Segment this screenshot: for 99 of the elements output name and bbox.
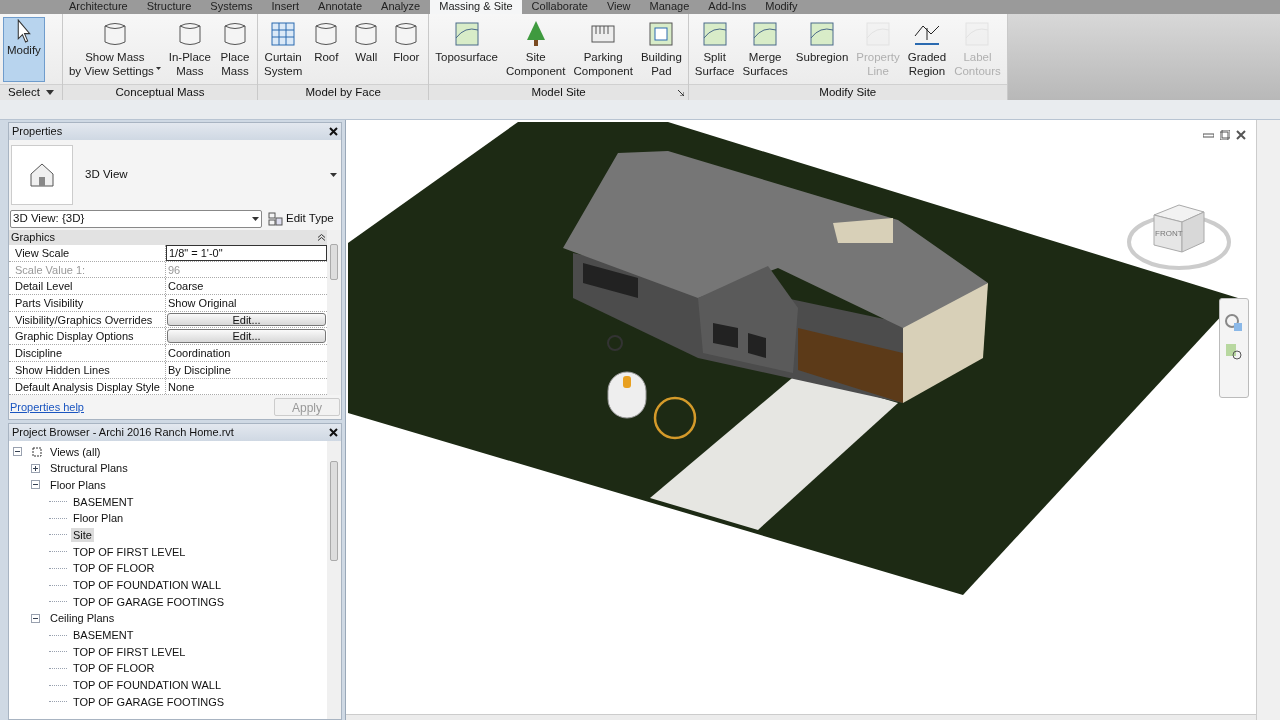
property-input-field[interactable]: 1/8" = 1'-0" — [166, 245, 327, 261]
caret-icon — [155, 67, 161, 70]
ribbon-tab[interactable]: View — [597, 0, 640, 14]
property-label: Scale Value 1: — [9, 261, 166, 278]
tree-item[interactable]: Structural Plans — [48, 461, 130, 476]
tree-item[interactable]: Floor Plans — [48, 477, 108, 492]
caret-icon[interactable] — [330, 173, 337, 177]
ribbon-tab[interactable]: Analyze — [372, 0, 430, 14]
property-label: Graphic Display Options — [9, 328, 166, 345]
ribbon-tool-button[interactable]: Subregion — [792, 17, 852, 84]
ribbon-tool-button[interactable]: Curtain System — [260, 17, 306, 84]
zoom-icon[interactable] — [1225, 343, 1243, 361]
ribbon-tab[interactable]: Add-Ins — [699, 0, 756, 14]
ribbon-tool-button[interactable]: Building Pad — [637, 17, 685, 84]
panel-title[interactable]: Model by Face — [305, 83, 381, 102]
caret-icon[interactable] — [45, 90, 54, 95]
collapse-toggle[interactable] — [31, 613, 40, 623]
ribbon-tab[interactable]: Systems — [201, 0, 262, 14]
collapse-toggle[interactable] — [13, 447, 22, 457]
ribbon-tab[interactable]: Modify — [756, 0, 807, 14]
circle-icon — [652, 395, 698, 441]
tree-item[interactable]: BASEMENT — [71, 494, 136, 509]
property-label: Parts Visibility — [9, 295, 166, 311]
tree-item[interactable]: TOP OF FLOOR — [71, 561, 157, 576]
property-value: Show Original — [167, 296, 238, 311]
ribbon-tool-button[interactable]: In-Place Mass — [165, 17, 214, 84]
ribbon-tool-button[interactable]: Place Mass — [215, 17, 254, 84]
tree-item[interactable]: Site — [71, 527, 94, 542]
edit-button[interactable]: Edit... — [167, 312, 326, 327]
ribbon-tool-button[interactable]: Graded Region — [904, 17, 950, 84]
property-value: Coordination — [167, 346, 232, 361]
ribbon-tab[interactable]: Annotate — [309, 0, 372, 14]
ribbon-tool-button[interactable]: Toposurface — [432, 17, 501, 84]
ribbon-tab[interactable]: Manage — [640, 0, 699, 14]
panel-title[interactable]: Model Site — [531, 83, 586, 102]
property-label: View Scale — [9, 245, 166, 261]
tree-item[interactable]: TOP OF FIRST LEVEL — [71, 544, 188, 559]
collapse-toggle[interactable] — [31, 480, 40, 490]
tree-item[interactable]: Views (all) — [48, 444, 103, 459]
panel-title[interactable]: Modify Site — [819, 83, 877, 102]
ribbon-tool-button[interactable]: Roof — [307, 17, 346, 84]
property-value: None — [167, 379, 196, 395]
property-value: Coarse — [167, 279, 205, 295]
tree-item[interactable]: BASEMENT — [71, 628, 136, 643]
orbit-icon — [604, 333, 626, 353]
property-value: 96 — [167, 262, 182, 278]
collapse-icon[interactable] — [318, 234, 325, 241]
type-name: 3D View — [85, 167, 129, 183]
ribbon-tool-button[interactable]: Floor — [387, 17, 426, 84]
property-label: Detail Level — [9, 278, 166, 295]
close-icon[interactable] — [329, 127, 338, 136]
panel-title: Project Browser - Archi 2016 Ranch Home.rvt — [12, 425, 234, 441]
ribbon-tab[interactable]: Massing & Site — [430, 0, 522, 14]
views-icon — [30, 445, 44, 458]
ribbon-tool-button[interactable]: Split Surface — [691, 17, 738, 84]
ribbon-tool-button[interactable]: Modify — [3, 17, 45, 82]
house-icon — [28, 162, 56, 188]
tree-item[interactable]: TOP OF GARAGE FOOTINGS — [71, 594, 227, 609]
properties-help-link[interactable]: Properties help — [10, 398, 84, 416]
panel-title[interactable]: Conceptual Mass — [115, 83, 205, 102]
close-icon[interactable] — [1236, 130, 1246, 140]
restore-icon[interactable] — [1220, 130, 1230, 140]
instance-selector[interactable]: 3D View: {3D} — [10, 210, 262, 228]
ribbon-tab[interactable]: Insert — [262, 0, 309, 14]
ribbon-tab[interactable]: Collaborate — [522, 0, 597, 14]
scrollbar[interactable] — [327, 230, 341, 396]
tree-item[interactable]: TOP OF GARAGE FOOTINGS — [71, 694, 227, 709]
tree-item[interactable]: TOP OF FIRST LEVEL — [71, 644, 188, 659]
ribbon-tool-button[interactable]: Wall — [347, 17, 386, 84]
ribbon-tool-button[interactable]: Merge Surfaces — [739, 17, 791, 84]
ribbon-tab[interactable]: Architecture — [60, 0, 137, 14]
scrollbar[interactable] — [1256, 120, 1280, 720]
minimize-icon[interactable] — [1203, 131, 1214, 139]
tree-item[interactable]: TOP OF FOUNDATION WALL — [71, 578, 224, 593]
ribbon-tool-button[interactable]: Site Component — [502, 17, 569, 84]
panel-title: Properties — [12, 124, 63, 140]
panel-title[interactable]: Select — [8, 83, 40, 102]
property-label: Show Hidden Lines — [9, 361, 166, 378]
ribbon-tool-button[interactable]: Show Mass by View Settings — [65, 17, 164, 84]
property-label: Discipline — [9, 345, 166, 361]
edit-button[interactable]: Edit... — [167, 329, 326, 344]
tree-item[interactable]: Ceiling Plans — [48, 611, 117, 626]
close-icon[interactable] — [329, 428, 338, 438]
tree-item[interactable]: TOP OF FLOOR — [71, 661, 157, 676]
edit-type-button[interactable]: Edit Type — [268, 210, 334, 228]
ribbon-tab[interactable]: Structure — [137, 0, 201, 14]
cursor-icon — [16, 19, 31, 43]
property-label: Visibility/Graphics Overrides — [9, 311, 166, 328]
group-header[interactable]: Graphics — [11, 231, 56, 244]
caret-icon — [252, 217, 259, 221]
tree-item[interactable]: Floor Plan — [71, 511, 126, 526]
edit-type-icon — [268, 212, 283, 226]
property-value: By Discipline — [167, 362, 232, 378]
expand-toggle[interactable] — [31, 463, 40, 473]
scrollbar[interactable] — [327, 441, 341, 719]
ribbon-tool-button[interactable]: Parking Component — [570, 17, 636, 84]
property-label: Default Analysis Display Style — [9, 378, 166, 395]
launcher-icon[interactable] — [677, 89, 684, 96]
tree-item[interactable]: TOP OF FOUNDATION WALL — [71, 678, 224, 693]
